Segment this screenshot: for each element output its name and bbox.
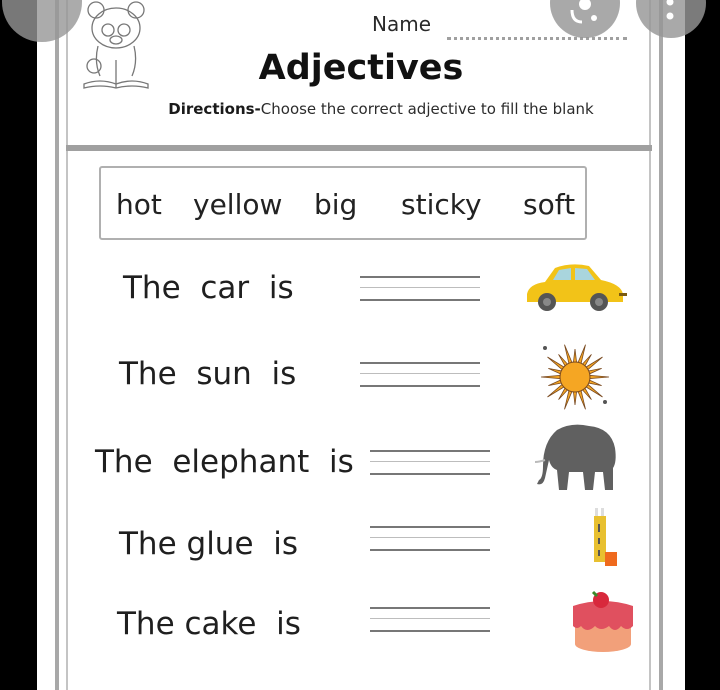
car-icon <box>527 264 627 311</box>
word-bank-item: hot <box>116 188 162 221</box>
elephant-icon <box>535 424 616 490</box>
page-title: Adjectives <box>258 48 464 88</box>
word-bank-item: sticky <box>401 188 482 221</box>
sun-icon <box>540 344 610 410</box>
sentence-text: The car is <box>123 270 294 306</box>
sentence-text: The elephant is <box>95 444 354 480</box>
google-lens-icon <box>570 0 597 24</box>
answer-blank <box>370 450 490 476</box>
word-bank-item: yellow <box>193 188 283 221</box>
more-vert-icon <box>666 0 674 20</box>
word-bank-item: big <box>314 188 358 221</box>
directions-label: Directions- <box>168 100 261 118</box>
glue-icon <box>594 508 617 566</box>
sentence-text: The sun is <box>119 356 297 392</box>
name-field <box>447 37 627 40</box>
name-label: Name <box>372 12 432 36</box>
answer-blank <box>360 362 480 388</box>
directions-text: Choose the correct adjective to fill the… <box>260 100 594 118</box>
directions: Directions-Choose the correct adjective … <box>37 100 685 118</box>
answer-blank <box>370 526 490 552</box>
sentence-text: The glue is <box>119 526 298 562</box>
word-bank: hot yellow big sticky soft <box>99 166 587 240</box>
word-bank-item: soft <box>523 188 576 221</box>
sentence-text: The cake is <box>117 606 301 642</box>
image-viewer: Name Adjectives Directions-Choose the co… <box>37 0 685 690</box>
answer-blank <box>370 607 490 633</box>
header-divider <box>66 145 652 151</box>
answer-blank <box>360 276 480 302</box>
cake-icon <box>573 590 633 652</box>
